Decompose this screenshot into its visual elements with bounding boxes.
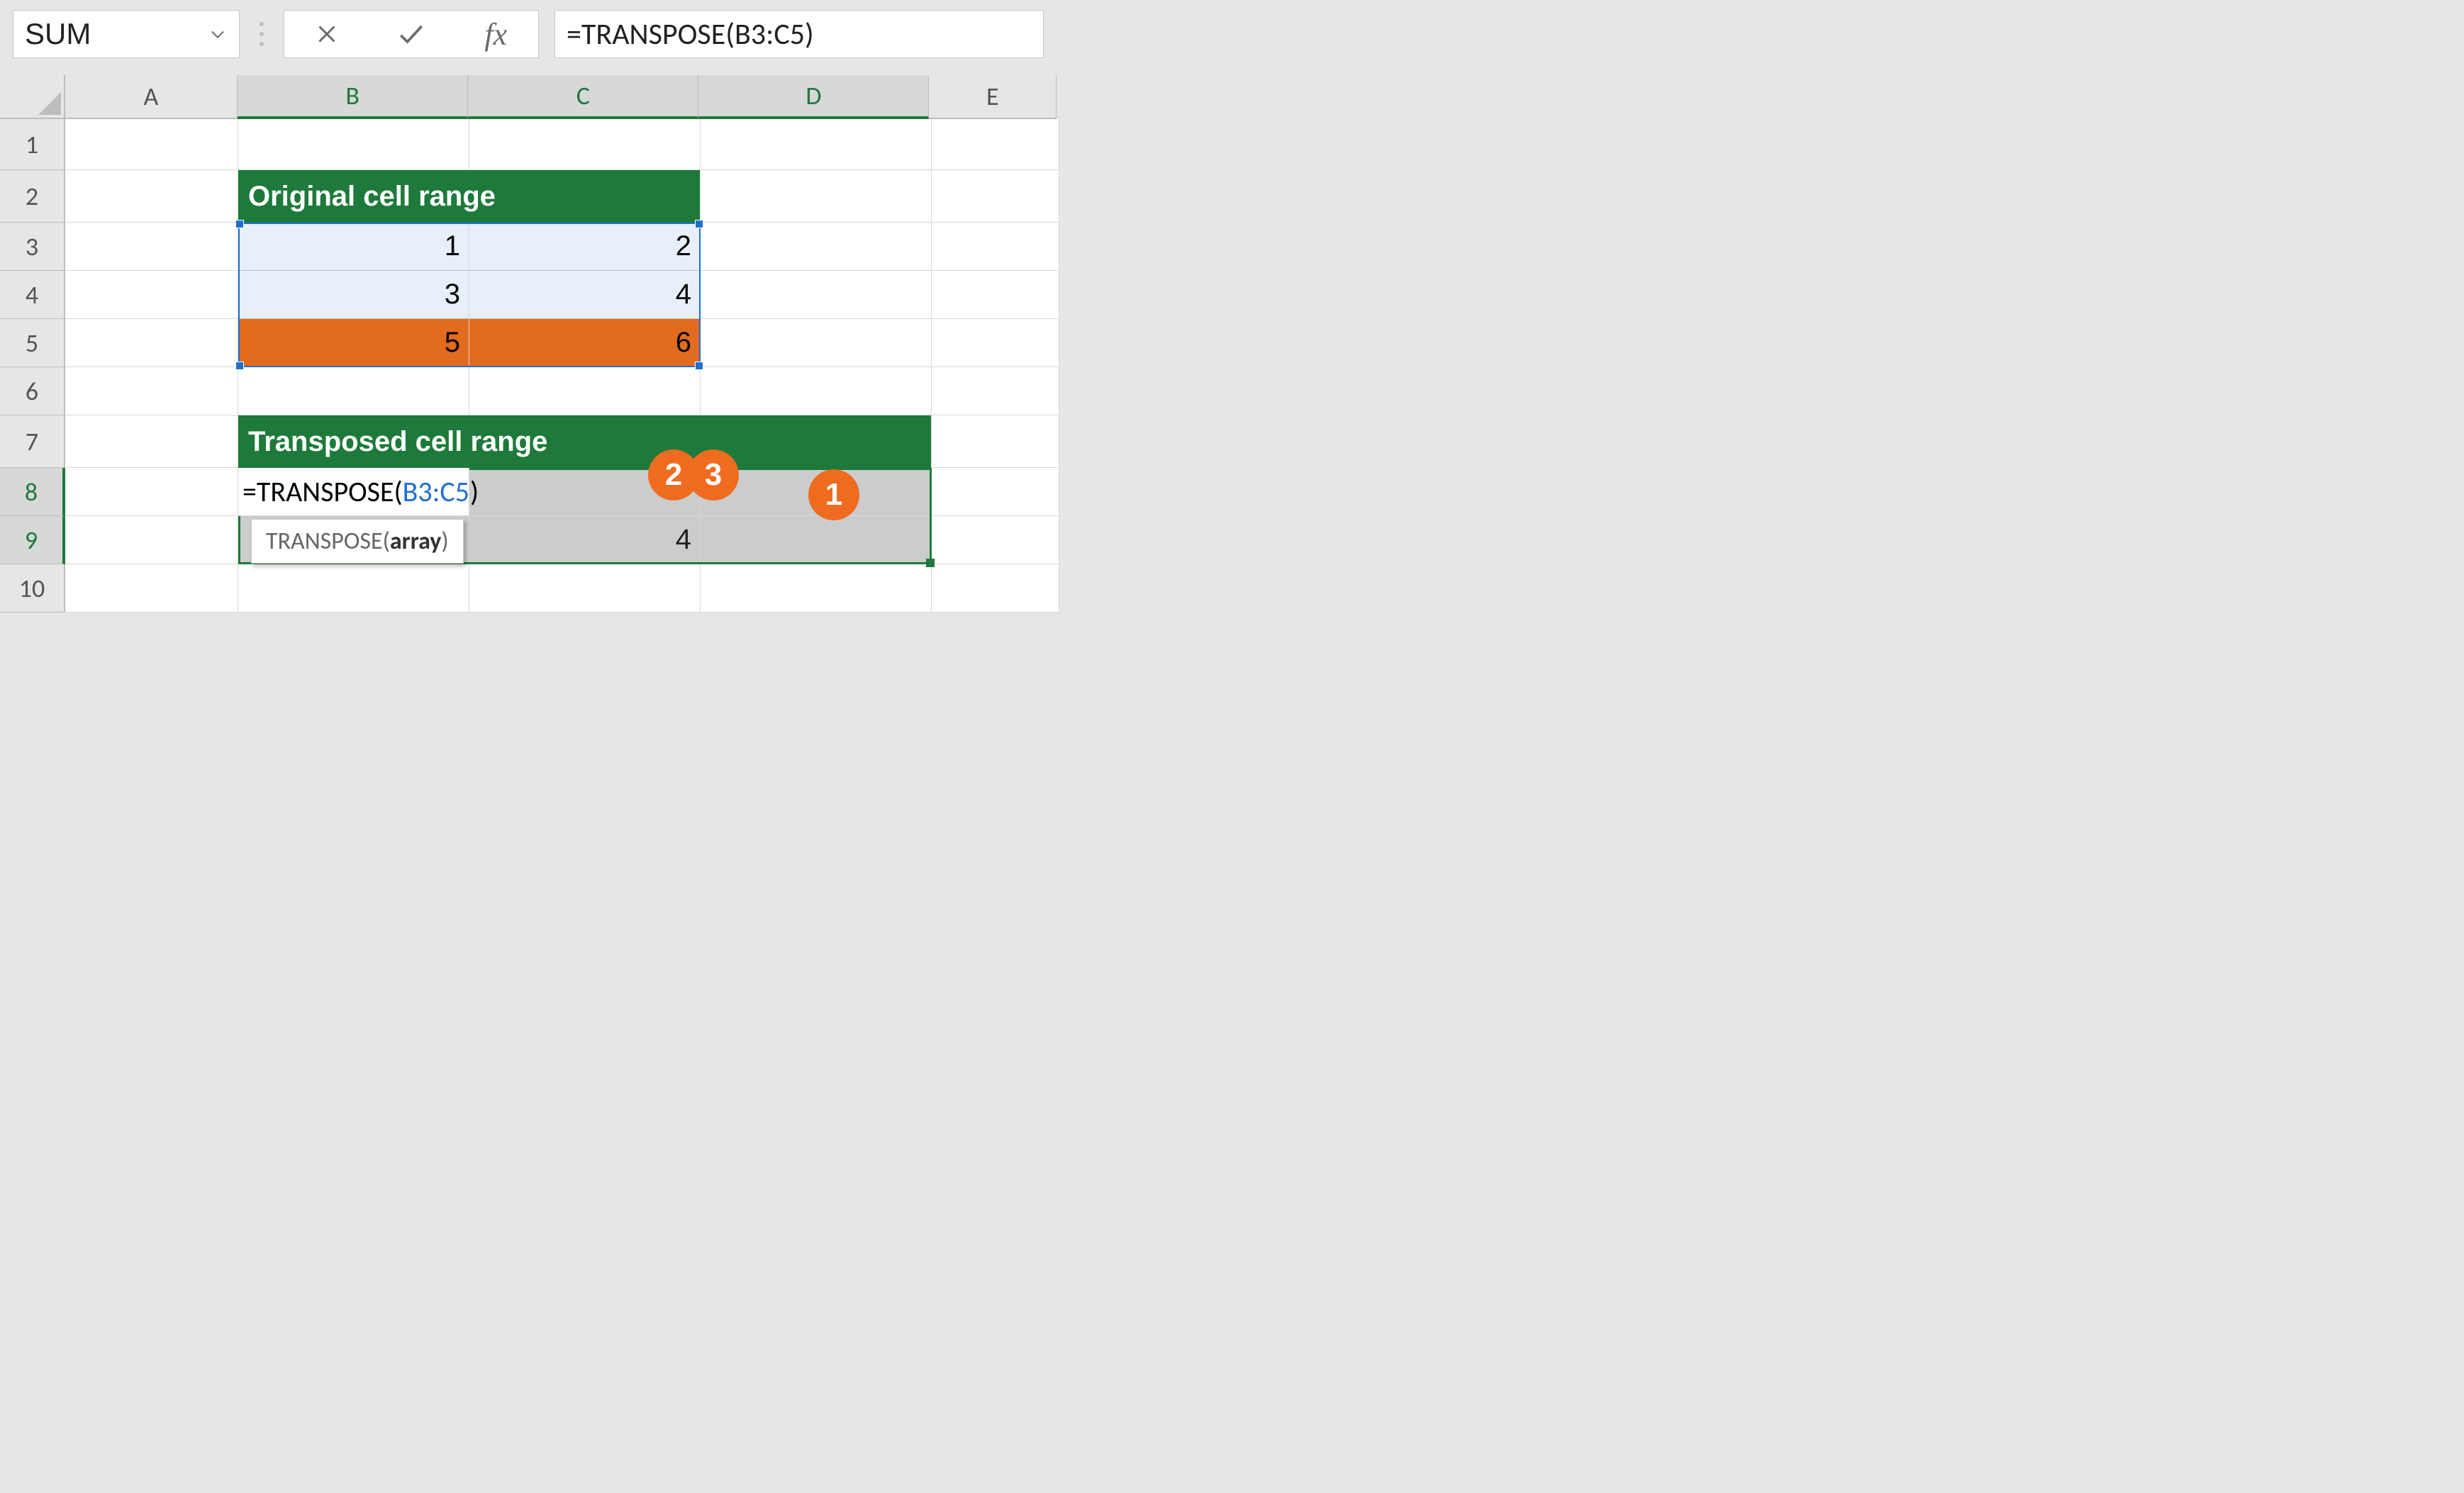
cell-E9[interactable]: [932, 516, 1059, 564]
row-header-3[interactable]: 3: [0, 223, 65, 271]
formula-bar-buttons: fx: [284, 10, 539, 58]
cell-B2-C2-header[interactable]: Original cell range: [238, 170, 701, 223]
select-all-corner[interactable]: [0, 75, 65, 119]
formula-suffix: ): [470, 474, 479, 509]
spreadsheet-grid: A B C D E 1 2 3 4 5 6 7 8 9 10: [0, 75, 1057, 613]
formula-bar-grip-icon: [255, 22, 268, 46]
cell-B7-D7-header[interactable]: Transposed cell range: [238, 415, 932, 468]
cell-B8-editing[interactable]: =TRANSPOSE(B3:C5): [238, 468, 469, 516]
col-header-A[interactable]: A: [65, 75, 238, 119]
cell-B4[interactable]: 3: [238, 271, 469, 319]
row-header-9[interactable]: 9: [0, 516, 65, 564]
cell-E2[interactable]: [932, 170, 1059, 223]
cancel-formula-button[interactable]: [295, 11, 359, 57]
cell-E8[interactable]: [932, 468, 1059, 516]
formula-ref: B3:C5: [403, 474, 469, 509]
cell-A1[interactable]: [65, 119, 238, 170]
insert-function-button[interactable]: fx: [464, 11, 528, 57]
row-header-1[interactable]: 1: [0, 119, 65, 170]
cell-E7[interactable]: [932, 415, 1059, 468]
callout-badge-3: 3: [688, 449, 739, 501]
cell-C1[interactable]: [469, 119, 701, 170]
cell-D2[interactable]: [701, 170, 932, 223]
cell-E10[interactable]: [932, 564, 1059, 613]
cell-D4[interactable]: [701, 271, 932, 319]
formula-input-text: =TRANSPOSE(B3:C5): [567, 16, 814, 52]
cell-A10[interactable]: [65, 564, 238, 613]
cell-C4[interactable]: 4: [469, 271, 701, 319]
col-header-C[interactable]: C: [468, 75, 698, 119]
formula-input[interactable]: =TRANSPOSE(B3:C5): [554, 10, 1044, 58]
row-header-5[interactable]: 5: [0, 319, 65, 367]
cell-D3[interactable]: [701, 223, 932, 271]
cell-E5[interactable]: [932, 319, 1059, 367]
cell-A9[interactable]: [65, 516, 238, 564]
row-header-2[interactable]: 2: [0, 170, 65, 223]
cell-A6[interactable]: [65, 367, 238, 415]
cell-A2[interactable]: [65, 170, 238, 223]
cell-E3[interactable]: [932, 223, 1059, 271]
cell-D6[interactable]: [701, 367, 932, 415]
tooltip-close: ): [441, 527, 448, 556]
cell-B5[interactable]: 5: [238, 319, 469, 367]
row-header-7[interactable]: 7: [0, 415, 65, 468]
cell-B6[interactable]: [238, 367, 469, 415]
cell-D9[interactable]: [701, 516, 932, 564]
cell-C3[interactable]: 2: [469, 223, 701, 271]
cell-A4[interactable]: [65, 271, 238, 319]
row-header-6[interactable]: 6: [0, 367, 65, 415]
col-header-B[interactable]: B: [238, 75, 468, 119]
row-header-4[interactable]: 4: [0, 271, 65, 319]
cell-D10[interactable]: [701, 564, 932, 613]
name-box[interactable]: SUM: [13, 10, 240, 58]
callout-badge-1: 1: [808, 469, 859, 520]
cell-C6[interactable]: [469, 367, 701, 415]
col-header-D[interactable]: D: [698, 75, 929, 119]
tooltip-arg: array: [390, 527, 441, 556]
name-box-value: SUM: [25, 17, 91, 51]
cell-E1[interactable]: [932, 119, 1059, 170]
fx-icon: fx: [484, 16, 507, 52]
cell-B10[interactable]: [238, 564, 469, 613]
cell-A3[interactable]: [65, 223, 238, 271]
cell-A5[interactable]: [65, 319, 238, 367]
confirm-formula-button[interactable]: [379, 11, 443, 57]
cell-A7[interactable]: [65, 415, 238, 468]
cell-C5[interactable]: 6: [469, 319, 701, 367]
cell-C9[interactable]: 4: [469, 516, 701, 564]
name-box-dropdown-icon[interactable]: [204, 24, 232, 44]
cell-B3[interactable]: 1: [238, 223, 469, 271]
cell-E6[interactable]: [932, 367, 1059, 415]
formula-bar: SUM fx =TRANSPOSE(B3:C5): [0, 0, 1057, 75]
cell-B1[interactable]: [238, 119, 469, 170]
cell-C10[interactable]: [469, 564, 701, 613]
cell-A8[interactable]: [65, 468, 238, 516]
cell-D5[interactable]: [701, 319, 932, 367]
row-header-10[interactable]: 10: [0, 564, 65, 613]
col-header-E[interactable]: E: [929, 75, 1057, 119]
cell-D1[interactable]: [701, 119, 932, 170]
cell-E4[interactable]: [932, 271, 1059, 319]
function-tooltip: TRANSPOSE(array): [251, 519, 464, 564]
tooltip-func: TRANSPOSE(: [266, 527, 390, 556]
row-header-8[interactable]: 8: [0, 468, 65, 516]
formula-prefix: =TRANSPOSE(: [243, 474, 403, 509]
